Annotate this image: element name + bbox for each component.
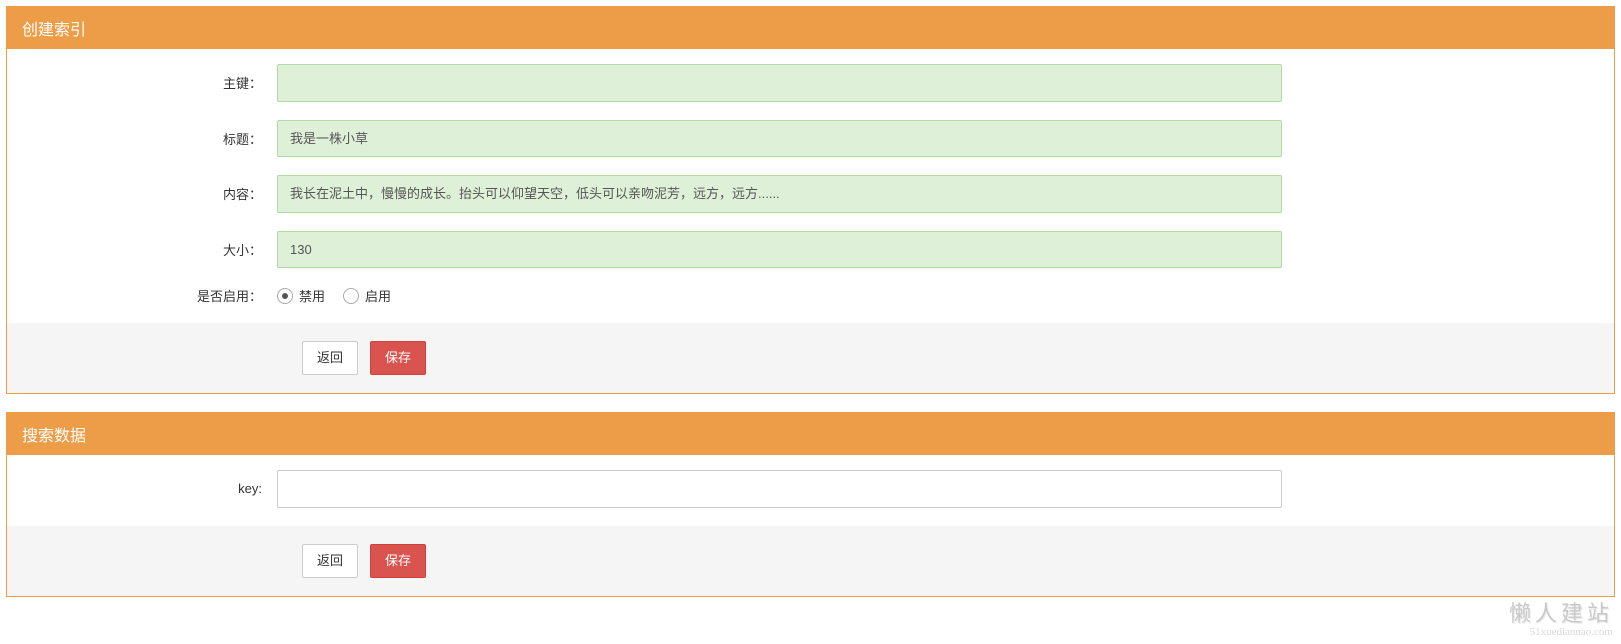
enabled-radio-disable[interactable]: 禁用 [277,286,325,305]
content-row: 内容： [22,175,1599,213]
size-input[interactable] [277,231,1282,269]
search-data-panel: 搜索数据 key: 返回 保存 [6,412,1615,597]
watermark-url: 51xuediannao.com [1509,626,1613,638]
size-label: 大小： [22,240,277,259]
create-index-actions: 返回 保存 [7,323,1614,393]
back-button[interactable]: 返回 [302,544,358,578]
enabled-label: 是否启用： [22,286,277,305]
key-label: key: [22,481,277,496]
enabled-radio-enable-label: 启用 [365,286,391,305]
back-button[interactable]: 返回 [302,341,358,375]
key-row: key: [22,470,1599,508]
save-button[interactable]: 保存 [370,544,426,578]
search-data-actions: 返回 保存 [7,526,1614,596]
title-row: 标题： [22,120,1599,158]
search-data-form: key: 返回 保存 [7,455,1614,596]
enabled-radio-group: 禁用 启用 [277,286,1282,305]
primary-key-input[interactable] [277,64,1282,102]
primary-key-row: 主键： [22,64,1599,102]
title-input[interactable] [277,120,1282,158]
save-button[interactable]: 保存 [370,341,426,375]
create-index-form: 主键： 标题： 内容： 大小： 是否启用： [7,49,1614,393]
watermark: 懒人建站 51xuediannao.com [1509,602,1613,638]
enabled-radio-enable[interactable]: 启用 [343,286,391,305]
create-index-panel-title: 创建索引 [7,7,1614,49]
primary-key-label: 主键： [22,73,277,92]
title-label: 标题： [22,129,277,148]
enabled-radio-disable-label: 禁用 [299,286,325,305]
radio-icon [277,288,293,304]
enabled-row: 是否启用： 禁用 启用 [22,286,1599,305]
search-data-panel-title: 搜索数据 [7,413,1614,455]
create-index-panel: 创建索引 主键： 标题： 内容： 大小： 是否启用 [6,6,1615,394]
size-row: 大小： [22,231,1599,269]
watermark-text: 懒人建站 [1509,602,1613,626]
radio-icon [343,288,359,304]
content-input[interactable] [277,175,1282,213]
content-label: 内容： [22,184,277,203]
key-input[interactable] [277,470,1282,508]
